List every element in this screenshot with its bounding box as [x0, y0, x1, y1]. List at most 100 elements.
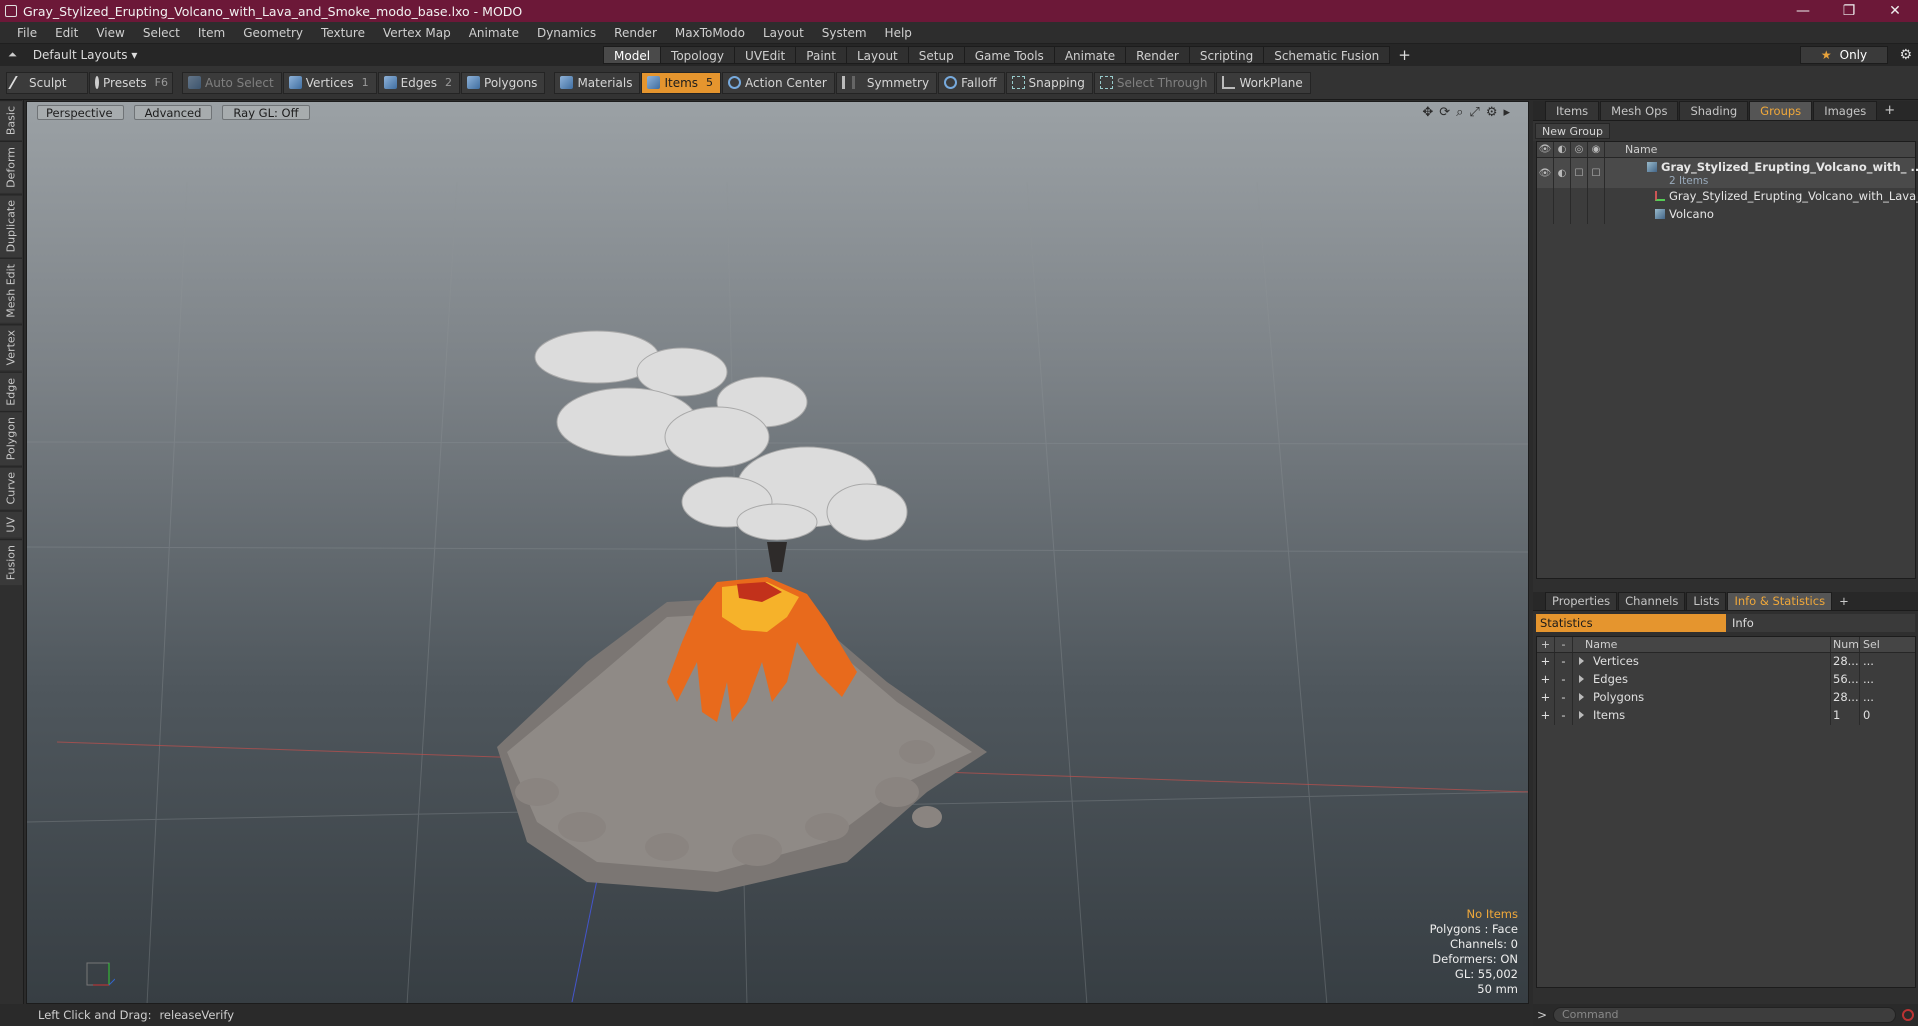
tab-vertex[interactable]: Vertex: [0, 324, 22, 371]
falloff-button[interactable]: Falloff: [938, 71, 1005, 94]
tab-shading[interactable]: Shading: [1679, 101, 1749, 120]
tab-game-tools[interactable]: Game Tools: [963, 46, 1054, 64]
visibility-column-icon[interactable]: 👁: [1537, 142, 1554, 157]
tab-mesh-edit[interactable]: Mesh Edit: [0, 258, 22, 324]
table-row[interactable]: + - Edges 56.... ...: [1537, 671, 1915, 689]
lock-toggle-icon[interactable]: ☐: [1571, 158, 1588, 188]
render-column-icon[interactable]: ◐: [1554, 142, 1571, 157]
tab-animate[interactable]: Animate: [1053, 46, 1126, 64]
tab-scripting[interactable]: Scripting: [1188, 46, 1264, 64]
presets-button[interactable]: Presets F6: [89, 71, 173, 94]
tab-groups[interactable]: Groups: [1749, 101, 1813, 120]
layout-menu-icon[interactable]: ⏶: [8, 48, 17, 62]
tab-mesh-ops[interactable]: Mesh Ops: [1600, 101, 1679, 120]
expand-arrow-icon[interactable]: [1579, 711, 1584, 719]
tab-paint[interactable]: Paint: [795, 46, 846, 64]
render-toggle-icon[interactable]: ◐: [1554, 158, 1571, 188]
tab-setup[interactable]: Setup: [907, 46, 964, 64]
items-button[interactable]: Items 5: [641, 71, 722, 94]
menu-layout[interactable]: Layout: [754, 26, 813, 40]
maximize-icon[interactable]: ❐: [1826, 3, 1872, 19]
table-row[interactable]: + - Items 1 0: [1537, 707, 1915, 725]
tab-polygon[interactable]: Polygon: [0, 411, 22, 466]
polygons-button[interactable]: Polygons: [461, 71, 546, 94]
rotate-icon[interactable]: ⟳: [1439, 105, 1450, 120]
menu-animate[interactable]: Animate: [460, 26, 528, 40]
only-toggle[interactable]: ★ Only: [1800, 46, 1888, 64]
zoom-icon[interactable]: ⌕: [1456, 105, 1463, 120]
action-center-button[interactable]: Action Center: [722, 71, 835, 94]
list-item[interactable]: Volcano: [1537, 206, 1915, 224]
menu-help[interactable]: Help: [876, 26, 921, 40]
menu-texture[interactable]: Texture: [312, 26, 374, 40]
add-icon[interactable]: +: [1537, 707, 1555, 725]
menu-system[interactable]: System: [813, 26, 876, 40]
menu-file[interactable]: File: [8, 26, 46, 40]
3d-viewport[interactable]: Perspective Advanced Ray GL: Off ✥ ⟳ ⌕ ⤢…: [26, 101, 1529, 1004]
new-group-button[interactable]: New Group: [1535, 123, 1610, 139]
record-icon[interactable]: [1902, 1009, 1914, 1021]
expand-arrow-icon[interactable]: [1579, 657, 1584, 665]
menu-render[interactable]: Render: [605, 26, 666, 40]
add-icon[interactable]: +: [1537, 689, 1555, 707]
tab-layout[interactable]: Layout: [845, 46, 908, 64]
edges-button[interactable]: Edges 2: [377, 71, 461, 94]
table-row[interactable]: + - Vertices 28.... ...: [1537, 653, 1915, 671]
add-panel-tab-button[interactable]: +: [1878, 102, 1901, 120]
expand-icon[interactable]: ▸: [1503, 105, 1510, 120]
tab-lists[interactable]: Lists: [1686, 592, 1727, 610]
select-toggle-icon[interactable]: ☐: [1588, 158, 1605, 188]
raygl-dropdown[interactable]: Ray GL: Off: [222, 105, 310, 120]
tab-model[interactable]: Model: [603, 46, 661, 64]
expand-all-icon[interactable]: +: [1537, 637, 1555, 652]
list-item[interactable]: Gray_Stylized_Erupting_Volcano_with_Lava…: [1537, 188, 1918, 206]
symmetry-button[interactable]: Symmetry: [835, 71, 938, 94]
menu-select[interactable]: Select: [134, 26, 189, 40]
tab-items[interactable]: Items: [1545, 101, 1600, 120]
tab-edge[interactable]: Edge: [0, 371, 22, 411]
auto-select-button[interactable]: Auto Select: [182, 71, 282, 94]
tab-fusion[interactable]: Fusion: [0, 538, 22, 585]
tab-schematic-fusion[interactable]: Schematic Fusion: [1263, 46, 1391, 64]
tab-uvedit[interactable]: UVEdit: [734, 46, 796, 64]
select-through-button[interactable]: Select Through: [1093, 71, 1216, 94]
menu-vertex-map[interactable]: Vertex Map: [374, 26, 460, 40]
tab-properties[interactable]: Properties: [1545, 592, 1618, 610]
add-icon[interactable]: +: [1537, 653, 1555, 671]
menu-edit[interactable]: Edit: [46, 26, 87, 40]
tab-deform[interactable]: Deform: [0, 141, 22, 194]
lock-column-icon[interactable]: ◎: [1571, 142, 1588, 157]
vertices-button[interactable]: Vertices 1: [282, 71, 377, 94]
remove-icon[interactable]: -: [1555, 689, 1573, 707]
table-row[interactable]: + - Polygons 28.... ...: [1537, 689, 1915, 707]
tab-curve[interactable]: Curve: [0, 466, 22, 510]
menu-view[interactable]: View: [87, 26, 133, 40]
menu-item[interactable]: Item: [189, 26, 234, 40]
materials-button[interactable]: Materials: [554, 71, 641, 94]
menu-geometry[interactable]: Geometry: [234, 26, 312, 40]
statistics-tab[interactable]: Statistics: [1536, 614, 1726, 632]
expand-arrow-icon[interactable]: [1579, 675, 1584, 683]
tab-info-statistics[interactable]: Info & Statistics: [1727, 592, 1833, 610]
remove-icon[interactable]: -: [1555, 653, 1573, 671]
info-tab[interactable]: Info: [1726, 614, 1915, 632]
remove-icon[interactable]: -: [1555, 707, 1573, 725]
fit-icon[interactable]: ⤢: [1469, 105, 1479, 120]
select-column-icon[interactable]: ◉: [1588, 142, 1605, 157]
tab-topology[interactable]: Topology: [660, 46, 735, 64]
gear-icon[interactable]: ⚙: [1899, 44, 1912, 66]
tab-images[interactable]: Images: [1813, 101, 1878, 120]
expand-arrow-icon[interactable]: [1579, 693, 1584, 701]
close-icon[interactable]: ✕: [1872, 3, 1918, 19]
add-tab-button[interactable]: +: [1390, 46, 1419, 64]
menu-maxtomodo[interactable]: MaxToModo: [666, 26, 754, 40]
remove-icon[interactable]: -: [1555, 671, 1573, 689]
workplane-button[interactable]: WorkPlane: [1216, 71, 1311, 94]
pan-icon[interactable]: ✥: [1422, 105, 1433, 120]
command-input[interactable]: Command: [1553, 1007, 1896, 1023]
snapping-button[interactable]: Snapping: [1005, 71, 1093, 94]
tab-basic[interactable]: Basic: [0, 100, 22, 141]
perspective-dropdown[interactable]: Perspective: [37, 105, 124, 120]
menu-dynamics[interactable]: Dynamics: [528, 26, 605, 40]
add-stats-tab-button[interactable]: +: [1833, 593, 1855, 610]
